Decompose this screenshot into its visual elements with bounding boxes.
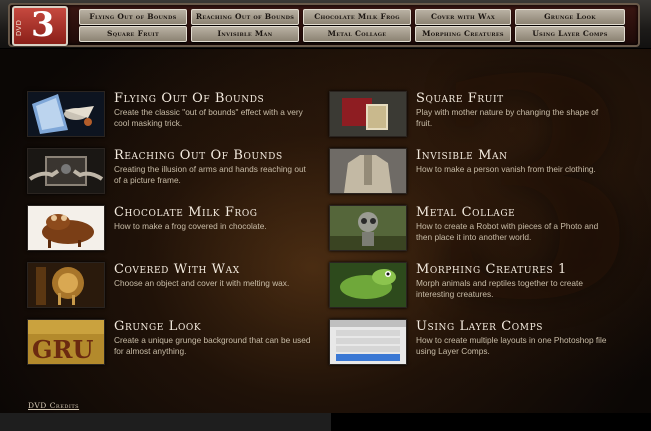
item-title: Square Fruit bbox=[416, 91, 504, 106]
item-description: How to create a Robot with pieces of a P… bbox=[416, 221, 599, 242]
thumbnail-flying-out-of-bounds[interactable] bbox=[27, 91, 105, 137]
dvd-credits-link[interactable]: DVD Credits bbox=[28, 401, 79, 410]
thumbnail-using-layer-comps[interactable] bbox=[329, 319, 407, 365]
item-title: Invisible Man bbox=[416, 148, 508, 163]
nav-button-morphing-creatures[interactable]: Morphing Creatures bbox=[415, 26, 511, 42]
item-description: How to make a frog covered in chocolate. bbox=[114, 221, 267, 231]
nav-button-chocolate-milk-frog[interactable]: Chocolate Milk Frog bbox=[303, 9, 411, 25]
tutorial-item-metal-collage[interactable]: Metal Collage How to create a Robot with… bbox=[329, 205, 629, 253]
thumbnail-metal-collage[interactable] bbox=[329, 205, 407, 251]
nav-button-flying-out-of-bounds[interactable]: Flying Out of Bounds bbox=[79, 9, 187, 25]
item-title: Chocolate Milk Frog bbox=[114, 205, 258, 220]
dvd-badge-label: DVD bbox=[16, 19, 23, 36]
nav-button-square-fruit[interactable]: Square Fruit bbox=[79, 26, 187, 42]
tutorial-item-covered-with-wax[interactable]: Covered With Wax Choose an object and co… bbox=[27, 262, 327, 310]
tutorial-item-grunge-look[interactable]: GRU Grunge Look Create a unique grunge b… bbox=[27, 319, 327, 367]
nav-button-metal-collage[interactable]: Metal Collage bbox=[303, 26, 411, 42]
thumbnail-covered-with-wax[interactable] bbox=[27, 262, 105, 308]
nav-button-using-layer-comps[interactable]: Using Layer Comps bbox=[515, 26, 625, 42]
tutorial-item-morphing-creatures[interactable]: Morphing Creatures 1 Morph animals and r… bbox=[329, 262, 629, 310]
item-description: Play with mother nature by changing the … bbox=[416, 107, 599, 128]
item-description: Morph animals and reptiles together to c… bbox=[416, 278, 583, 299]
item-description: Create the classic "out of bounds" effec… bbox=[114, 107, 303, 128]
tutorial-item-reaching-out-of-bounds[interactable]: Reaching Out Of Bounds Creating the illu… bbox=[27, 148, 327, 196]
thumbnail-grunge-look[interactable]: GRU bbox=[27, 319, 105, 365]
nav-button-cover-with-wax[interactable]: Cover with Wax bbox=[415, 9, 511, 25]
nav-button-invisible-man[interactable]: Invisible Man bbox=[191, 26, 299, 42]
item-title: Metal Collage bbox=[416, 205, 516, 220]
thumbnail-square-fruit[interactable] bbox=[329, 91, 407, 137]
item-title: Flying Out Of Bounds bbox=[114, 91, 265, 106]
tutorial-item-invisible-man[interactable]: Invisible Man How to make a person vanis… bbox=[329, 148, 629, 196]
item-description: How to create multiple layouts in one Ph… bbox=[416, 335, 607, 356]
nav-button-reaching-out-of-bounds[interactable]: Reaching Out of Bounds bbox=[191, 9, 299, 25]
tutorial-item-using-layer-comps[interactable]: Using Layer Comps How to create multiple… bbox=[329, 319, 629, 367]
item-title: Covered With Wax bbox=[114, 262, 240, 277]
item-description: How to make a person vanish from their c… bbox=[416, 164, 596, 174]
tutorial-item-square-fruit[interactable]: Square Fruit Play with mother nature by … bbox=[329, 91, 629, 139]
thumbnail-chocolate-milk-frog[interactable] bbox=[27, 205, 105, 251]
svg-text:GRU: GRU bbox=[32, 335, 93, 364]
footer-bar bbox=[0, 413, 331, 431]
thumbnail-morphing-creatures[interactable] bbox=[329, 262, 407, 308]
item-description: Creating the illusion of arms and hands … bbox=[114, 164, 306, 185]
item-title: Morphing Creatures 1 bbox=[416, 262, 567, 277]
item-description: Choose an object and cover it with melti… bbox=[114, 278, 290, 288]
item-description: Create a unique grunge background that c… bbox=[114, 335, 311, 356]
thumbnail-reaching-out-of-bounds[interactable] bbox=[27, 148, 105, 194]
nav-button-grunge-look[interactable]: Grunge Look bbox=[515, 9, 625, 25]
thumbnail-invisible-man[interactable] bbox=[329, 148, 407, 194]
tutorial-item-chocolate-milk-frog[interactable]: Chocolate Milk Frog How to make a frog c… bbox=[27, 205, 327, 253]
top-nav-bar: DVD 3 Flying Out of Bounds Reaching Out … bbox=[0, 0, 651, 49]
dvd-badge: DVD 3 bbox=[12, 5, 68, 46]
item-title: Reaching Out Of Bounds bbox=[114, 148, 283, 163]
item-title: Grunge Look bbox=[114, 319, 202, 334]
item-title: Using Layer Comps bbox=[416, 319, 544, 334]
tutorial-item-flying-out-of-bounds[interactable]: Flying Out Of Bounds Create the classic … bbox=[27, 91, 327, 139]
dvd-badge-number: 3 bbox=[31, 5, 55, 45]
